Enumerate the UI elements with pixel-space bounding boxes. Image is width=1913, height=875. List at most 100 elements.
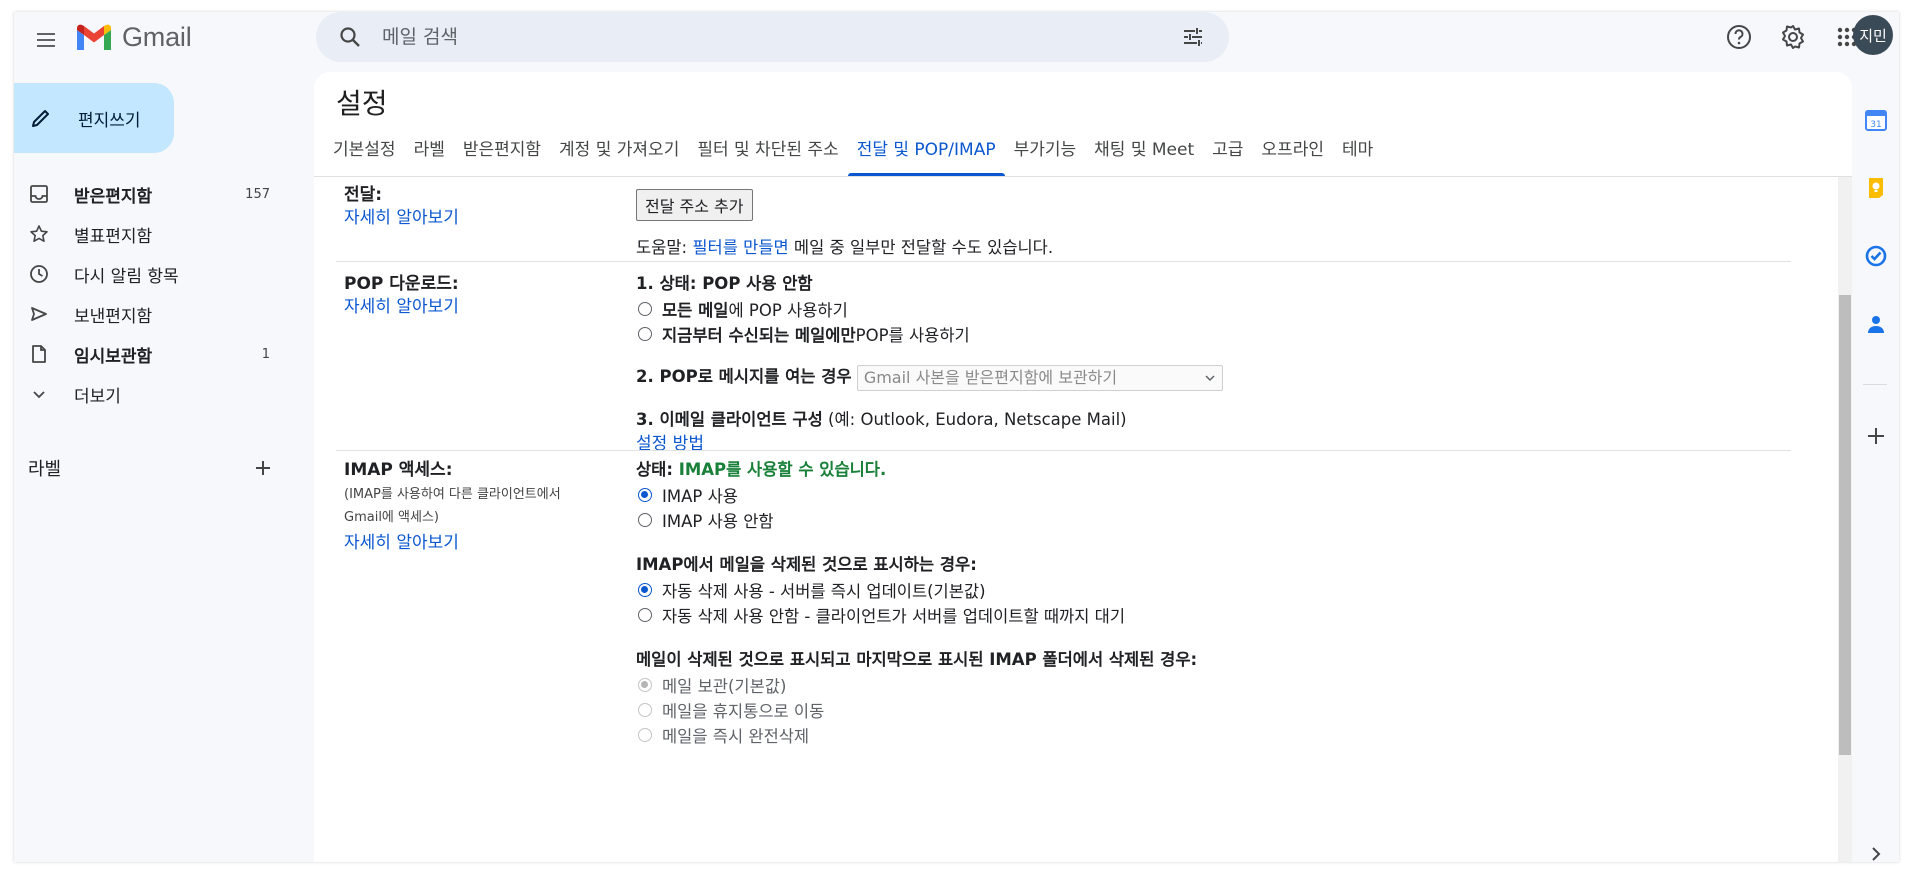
clock-icon [24,264,54,284]
help-icon[interactable] [1719,17,1759,57]
scrollbar-thumb[interactable] [1839,295,1851,755]
account-avatar[interactable]: 지민 [1853,15,1893,55]
sidebar-item-sent[interactable]: 보낸편지함 [14,294,284,334]
pop-left: POP 다운로드: 자세히 알아보기 [344,273,624,319]
move-to-trash-option[interactable]: 메일을 휴지통으로 이동 [636,697,1736,722]
tab-labels[interactable]: 라벨 [405,130,454,176]
imap-enable-radio[interactable] [638,487,652,502]
pop-from-now-option[interactable]: 지금부터 수신되는 메일에만 POP를 사용하기 [636,321,1736,346]
pop-step3-examples: (예: Outlook, Eudora, Netscape Mail) [822,409,1127,429]
sidebar-item-snoozed[interactable]: 다시 알림 항목 [14,254,284,294]
tip-prefix: 도움말: [636,238,693,257]
scrollbar-track[interactable] [1838,177,1852,862]
sidebar-item-label: 다시 알림 항목 [74,266,179,287]
compose-button[interactable]: 편지쓰기 [14,83,174,153]
add-label-plus-icon[interactable] [248,453,278,483]
tab-accounts-import[interactable]: 계정 및 가져오기 [550,130,688,176]
settings-panel: 설정 기본설정 라벨 받은편지함 계정 및 가져오기 필터 및 차단된 주소 전… [314,72,1852,862]
imap-note-2: Gmail에 액세스) [344,510,439,525]
sidebar-item-label: 받은편지함 [74,186,153,207]
auto-expunge-on-radio[interactable] [638,582,652,597]
compose-label: 편지쓰기 [78,110,141,131]
forwarding-learn-more-link[interactable]: 자세히 알아보기 [344,206,459,230]
sidebar-nav: 받은편지함 157 별표편지함 다시 알림 항목 보낸편지함 임시보관함 1 더… [14,174,284,414]
delete-forever-radio[interactable] [638,727,652,742]
sidebar-item-drafts[interactable]: 임시보관함 1 [14,334,284,374]
search-icon[interactable] [326,13,374,61]
tab-forwarding-pop-imap[interactable]: 전달 및 POP/IMAP [847,130,1005,176]
forwarding-left: 전달: 자세히 알아보기 [344,184,624,230]
pop-title: POP 다운로드: [344,274,459,294]
imap-disable-radio[interactable] [638,512,652,527]
auto-expunge-on-option[interactable]: 자동 삭제 사용 - 서버를 즉시 업데이트(기본값) [636,577,1736,602]
tab-advanced[interactable]: 고급 [1203,130,1252,176]
keep-icon[interactable] [1856,168,1896,208]
tab-offline[interactable]: 오프라인 [1252,130,1333,176]
sidebar-item-inbox[interactable]: 받은편지함 157 [14,174,284,214]
tab-filters-blocked[interactable]: 필터 및 차단된 주소 [688,130,847,176]
tasks-icon[interactable] [1856,236,1896,276]
imap-disable-option[interactable]: IMAP 사용 안함 [636,507,1736,532]
imap-status-label: 상태: [636,460,679,479]
auto-expunge-off-option[interactable]: 자동 삭제 사용 안함 - 클라이언트가 서버를 업데이트할 때까지 대기 [636,602,1736,627]
sidebar-item-label: 더보기 [74,386,121,407]
imap-enable-label: IMAP 사용 [662,486,738,506]
gmail-m-icon [77,24,111,50]
delete-forever-label: 메일을 즉시 완전삭제 [662,726,810,746]
pop-all-mail-radio[interactable] [638,301,652,316]
inbox-icon [24,184,54,204]
pop-status: 1. 상태: POP 사용 안함 [636,274,813,293]
settings-gear-icon[interactable] [1773,17,1813,57]
tab-general[interactable]: 기본설정 [324,130,405,176]
imap-expunge-heading: 메일이 삭제된 것으로 표시되고 마지막으로 표시된 IMAP 폴더에서 삭제된… [636,650,1198,669]
pop-step2: 2. POP로 메시지를 여는 경우 Gmail 사본을 받은편지함에 보관하기 [636,364,1736,391]
calendar-icon[interactable]: 31 [1856,100,1896,140]
sidebar-item-more[interactable]: 더보기 [14,374,284,414]
delete-forever-option[interactable]: 메일을 즉시 완전삭제 [636,722,1736,747]
gmail-logo[interactable]: Gmail [74,17,192,57]
tab-inbox[interactable]: 받은편지함 [454,130,550,176]
pop-step2-label: 2. POP로 메시지를 여는 경우 [636,367,852,386]
tab-chat-meet[interactable]: 채팅 및 Meet [1085,130,1203,176]
settings-tabs: 기본설정 라벨 받은편지함 계정 및 가져오기 필터 및 차단된 주소 전달 및… [324,130,1382,176]
forwarding-right: 전달 주소 추가 도움말: 필터를 만들면 메일 중 일부만 전달할 수도 있습… [636,189,1736,260]
page-title: 설정 [336,87,388,120]
chevron-right-icon[interactable] [1856,834,1896,862]
pop-setup-link[interactable]: 설정 방법 [636,432,704,456]
pop-step3-label: 3. 이메일 클라이언트 구성 [636,409,823,429]
draft-icon [24,344,54,364]
keep-message-label: 메일 보관(기본값) [662,676,787,696]
keep-message-radio[interactable] [638,677,652,692]
search-options-icon[interactable] [1169,13,1217,61]
pop-opt2-bold: 지금부터 수신되는 메일에만 [662,325,856,345]
chevron-down-icon [1205,374,1215,381]
add-forwarding-address-button[interactable]: 전달 주소 추가 [636,189,753,221]
create-filter-link[interactable]: 필터를 만들면 [692,235,788,260]
sidebar-item-label: 별표편지함 [74,226,153,247]
tab-addons[interactable]: 부가기능 [1005,130,1086,176]
imap-enable-option[interactable]: IMAP 사용 [636,482,1736,507]
search-input[interactable] [374,26,1169,48]
labels-header: 라벨 [28,448,278,488]
tab-themes[interactable]: 테마 [1333,130,1382,176]
pop-all-mail-option[interactable]: 모든 메일 에 POP 사용하기 [636,296,1736,321]
add-addon-plus-icon[interactable] [1856,416,1896,456]
pop-learn-more-link[interactable]: 자세히 알아보기 [344,295,459,319]
main-menu-button[interactable] [24,18,68,62]
pop-opt1-rest: 에 POP 사용하기 [728,300,848,320]
search-bar[interactable] [316,12,1229,62]
sidebar-item-label: 보낸편지함 [74,306,153,327]
send-icon [24,304,54,324]
pop-action-select[interactable]: Gmail 사본을 받은편지함에 보관하기 [856,364,1223,391]
keep-message-option[interactable]: 메일 보관(기본값) [636,672,1736,697]
auto-expunge-off-radio[interactable] [638,607,652,622]
section-divider [336,261,1791,262]
imap-title: IMAP 액세스: [344,460,453,480]
move-to-trash-radio[interactable] [638,702,652,717]
pop-from-now-radio[interactable] [638,326,652,341]
contacts-icon[interactable] [1856,304,1896,344]
pencil-icon [26,106,56,130]
imap-status-value: IMAP를 사용할 수 있습니다. [678,460,887,479]
imap-learn-more-link[interactable]: 자세히 알아보기 [344,531,459,555]
sidebar-item-starred[interactable]: 별표편지함 [14,214,284,254]
